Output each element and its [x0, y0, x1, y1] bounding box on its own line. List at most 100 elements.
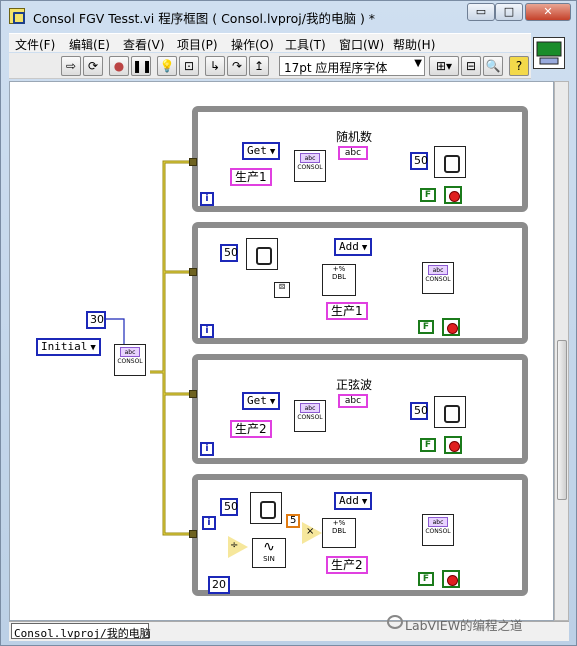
step-out-icon: ↥: [253, 59, 265, 73]
wait-ms-4[interactable]: 50: [220, 498, 238, 516]
menu-help[interactable]: 帮助(H): [393, 36, 435, 53]
menu-bar: 文件(F) 编辑(E) 查看(V) 项目(P) 操作(O) 工具(T) 窗口(W…: [9, 33, 531, 52]
minimize-button[interactable]: ▭: [467, 3, 495, 21]
producer-string-1[interactable]: 生产1: [230, 168, 272, 186]
divide-icon: ÷: [230, 540, 239, 551]
number-to-string-node-1[interactable]: +% DBL: [322, 264, 356, 296]
distribute-objects-button[interactable]: ⊟: [461, 56, 481, 76]
font-select[interactable]: 17pt 应用程序字体 ▼: [279, 56, 425, 76]
initial-enum-label: Initial: [41, 340, 88, 353]
menu-window[interactable]: 窗口(W): [339, 36, 384, 53]
get-enum-2[interactable]: Get ▼: [242, 392, 281, 410]
abort-button[interactable]: ●: [109, 56, 129, 76]
menu-view[interactable]: 查看(V): [123, 36, 165, 53]
consol-subvi-label: CONSOL: [117, 358, 143, 365]
multiply-node[interactable]: ×: [302, 522, 322, 544]
scroll-thumb[interactable]: [557, 340, 567, 500]
random-label: 随机数: [336, 130, 373, 144]
consol-subvi-label: CONSOL: [297, 414, 323, 421]
menu-edit[interactable]: 编辑(E): [69, 36, 110, 53]
align-objects-button[interactable]: ⊞▾: [429, 56, 459, 76]
dbl-label: DBL: [331, 273, 347, 281]
wait-ms-3[interactable]: 50: [410, 402, 428, 420]
wechat-icon: [387, 615, 403, 629]
while-loop-3[interactable]: Get ▼ 正弦波 abc abc CONSOL 生产2 50 F i: [192, 354, 528, 464]
run-button[interactable]: ⇨: [61, 56, 81, 76]
input-tunnel-1: [189, 158, 197, 166]
sin-label: SIN: [263, 555, 275, 563]
close-icon: ✕: [543, 5, 553, 18]
input-tunnel-3: [189, 390, 197, 398]
format-icon: +%: [332, 519, 346, 527]
menu-project[interactable]: 项目(P): [177, 36, 218, 53]
wait-ms-1[interactable]: 50: [410, 152, 428, 170]
while-loop-1[interactable]: Get ▼ 随机数 abc abc CONSOL 生产1 50 F i: [192, 106, 528, 212]
consol-subvi-3[interactable]: abc CONSOL: [294, 400, 326, 432]
context-path[interactable]: Consol.lvproj/我的电脑: [11, 623, 151, 640]
number-to-string-node-2[interactable]: +% DBL: [322, 518, 356, 548]
vertical-scrollbar[interactable]: [554, 81, 569, 621]
consol-subvi-1[interactable]: abc CONSOL: [294, 150, 326, 182]
consol-subvi-init[interactable]: abc CONSOL: [114, 344, 146, 376]
consol-subvi-label: CONSOL: [425, 528, 451, 535]
step-out-button[interactable]: ↥: [249, 56, 269, 76]
false-constant-3[interactable]: F: [420, 438, 436, 452]
producer-string-3[interactable]: 生产2: [230, 420, 272, 438]
wait-ms-2[interactable]: 50: [220, 244, 238, 262]
producer-string-4[interactable]: 生产2: [326, 556, 368, 574]
stop-terminal-3: [444, 436, 462, 454]
input-tunnel-2: [189, 268, 197, 276]
initial-enum-constant[interactable]: Initial ▼: [36, 338, 101, 356]
stop-terminal-2: [442, 318, 460, 336]
buffer-size-constant[interactable]: 30: [86, 311, 106, 329]
highlight-execution-button[interactable]: 💡: [157, 56, 177, 76]
get-enum-1[interactable]: Get ▼: [242, 142, 281, 160]
false-constant-4[interactable]: F: [418, 572, 434, 586]
consol-abc-glyph: abc: [300, 153, 320, 163]
add-enum-2[interactable]: Add ▼: [334, 492, 373, 510]
sine-node[interactable]: ∿ SIN: [252, 538, 286, 568]
period-constant[interactable]: 20: [208, 576, 230, 594]
add-enum-1[interactable]: Add ▼: [334, 238, 373, 256]
close-button[interactable]: ✕: [525, 3, 571, 21]
consol-subvi-label: CONSOL: [297, 164, 323, 171]
context-help-button[interactable]: ?: [509, 56, 529, 76]
producer-string-2[interactable]: 生产1: [326, 302, 368, 320]
menu-file[interactable]: 文件(F): [15, 36, 55, 53]
false-constant-2[interactable]: F: [418, 320, 434, 334]
labview-window: Consol FGV Tesst.vi 程序框图 ( Consol.lvproj…: [0, 0, 577, 646]
maximize-button[interactable]: □: [495, 3, 523, 21]
menu-operate[interactable]: 操作(O): [231, 36, 274, 53]
menu-tools[interactable]: 工具(T): [285, 36, 326, 53]
while-loop-4[interactable]: 50 Add ▼ i 5 ÷ ∿ SIN × +% DBL abc CONSOL 生产2…: [192, 474, 528, 596]
string-indicator-2: abc: [338, 394, 368, 408]
consol-subvi-label: CONSOL: [425, 276, 451, 283]
align-icon: ⊞▾: [435, 59, 453, 73]
while-loop-2[interactable]: 50 Add ▼ +% DBL ⚄ abc CONSOL 生产1 F i: [192, 222, 528, 344]
step-over-icon: ↷: [231, 59, 243, 73]
chevron-down-icon: ▼: [90, 343, 96, 353]
step-into-button[interactable]: ↳: [205, 56, 225, 76]
retain-wire-values-button[interactable]: ⊡: [179, 56, 199, 76]
consol-subvi-2[interactable]: abc CONSOL: [422, 262, 454, 294]
input-tunnel-4: [189, 530, 197, 538]
stop-terminal-1: [444, 186, 462, 204]
chevron-down-icon: ▼: [269, 397, 276, 407]
false-constant-1[interactable]: F: [420, 188, 436, 202]
run-continuously-button[interactable]: ⟳: [83, 56, 103, 76]
step-over-button[interactable]: ↷: [227, 56, 247, 76]
iteration-terminal-2: i: [200, 324, 214, 338]
vi-icon[interactable]: [533, 37, 565, 69]
divide-node[interactable]: ÷: [228, 536, 248, 558]
search-button[interactable]: 🔍: [483, 56, 503, 76]
consol-subvi-4[interactable]: abc CONSOL: [422, 514, 454, 546]
title-bar: Consol FGV Tesst.vi 程序框图 ( Consol.lvproj…: [1, 1, 577, 31]
pause-button[interactable]: ❚❚: [131, 56, 152, 76]
random-number-dice-1[interactable]: ⚄: [274, 282, 290, 298]
font-select-value: 17pt 应用程序字体: [284, 61, 388, 75]
constant-five[interactable]: 5: [286, 514, 301, 528]
toolbar: ⇨ ⟳ ● ❚❚ 💡 ⊡ ↳ ↷ ↥ 17pt 应用程序字体 ▼ ⊞▾ ⊟ 🔍 ?: [9, 53, 531, 79]
block-diagram[interactable]: 30 Initial ▼ abc CONSOL Get ▼ 随机数 abc abc CO…: [9, 81, 554, 621]
lightbulb-icon: 💡: [159, 59, 175, 73]
wait-icon: [434, 396, 466, 428]
